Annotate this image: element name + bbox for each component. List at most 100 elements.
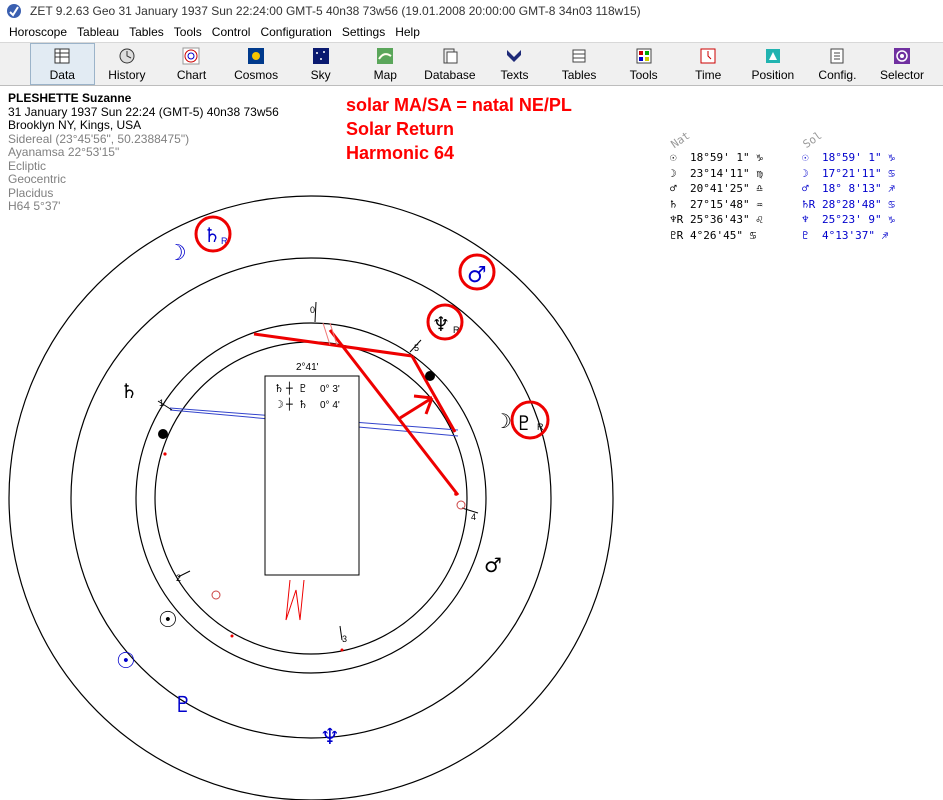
toolbar-sky-button[interactable]: Sky [288,43,353,85]
popup-value: 0° 3' [320,384,340,395]
nat-planet-glyph: ☽ [670,166,677,180]
menu-help[interactable]: Help [390,25,425,39]
menu-tableau[interactable]: Tableau [72,25,124,39]
popup-midpoint-bar: ┼ [285,397,293,411]
nat-position: 23°14'11" ♍ [690,166,763,180]
toolbar-texts-label: Texts [500,67,529,82]
toolbar-chart-label: Chart [176,67,207,82]
annotation-line-2: Solar Return [346,119,455,139]
solar-moon-glyph: ☽ [167,241,187,266]
toolbar-history-button[interactable]: History [95,43,160,85]
positions-table: ☉ 18°59' 1" ♑ ☉ 18°59' 1" ♑ ☽ 23°14'11" … [670,150,895,243]
red-mark-line [322,322,331,346]
sol-position: 17°21'11" ♋ [822,166,895,180]
toolbar-chart-button[interactable]: Chart [159,43,224,85]
solar-mars-glyph: ♂ [467,263,487,288]
toolbar-texts-button[interactable]: Texts [482,43,547,85]
menu-configuration[interactable]: Configuration [255,25,336,39]
house-number: 4 [471,512,476,522]
position-row: ☉ 18°59' 1" ♑ ☉ 18°59' 1" ♑ [670,150,895,166]
toolbar: Data History Chart Cosmos Sky Map Databa… [0,42,943,86]
selector-icon [894,47,911,64]
tables-icon [572,49,586,62]
arc-label: 2°41' [296,362,319,373]
toolbar-cosmos-button[interactable]: Cosmos [224,43,289,85]
planet-dot [230,634,234,638]
toolbar-data-button[interactable]: Data [30,43,95,85]
red-arrow-line [410,355,457,433]
house-number: 5 [414,343,419,353]
nat-position: 27°15'48" ♒ [690,197,763,211]
menu-control[interactable]: Control [207,25,256,39]
planet-dot [456,500,466,510]
annotation-text: solar MA/SA = natal NE/PL Solar Return H… [346,93,572,165]
menu-tools[interactable]: Tools [169,25,207,39]
toolbar-database-label: Database [424,67,476,82]
annotation-line-1: solar MA/SA = natal NE/PL [346,95,572,115]
toolbar-sky-label: Sky [310,67,331,82]
planet-dot [211,590,221,600]
house-number: 3 [342,634,347,644]
toolbar-cosmos-label: Cosmos [234,67,279,82]
texts-icon [507,49,522,62]
toolbar-selector-button[interactable]: Selector [870,43,935,85]
sol-planet-glyph: ♆ [802,213,809,227]
nat-position: 25°36'43" ♌ [690,213,763,227]
chart-info: PLESHETTE Suzanne 31 January 1937 Sun 22… [8,91,279,214]
toolbar-map-button[interactable]: Map [353,43,418,85]
menu-tables[interactable]: Tables [124,25,169,39]
solar-sun-glyph: ☉ [116,649,136,674]
sol-planet-glyph: ☉ [802,151,809,165]
toolbar-tools-button[interactable]: Tools [611,43,676,85]
ayanamsa-info: Ayanamsa 22°53'15" [8,145,120,159]
sidereal-info: Sidereal (23°45'56", 50.2388475") [8,131,190,146]
position-icon [765,48,780,63]
sol-planet-glyph: ♂ [802,182,809,196]
popup-midpoint-bar: ┼ [285,381,293,395]
toolbar-database-button[interactable]: Database [418,43,483,85]
menu-horoscope[interactable]: Horoscope [4,25,72,39]
position-row: ♄ 27°15'48" ♒ ♄R 28°28'48" ♋ [670,197,895,213]
toolbar-time-button[interactable]: Time [676,43,741,85]
time-icon [700,48,716,63]
house-number: 1 [159,398,164,408]
database-icon [443,48,458,63]
house-number: 0 [310,305,315,315]
nat-planet-glyph: ☉ [670,151,677,165]
config-icon [830,48,844,63]
nat-position: 18°59' 1" ♑ [690,151,763,165]
house-cusp [314,301,317,323]
nat-planet-glyph: ♂ [670,182,677,196]
natal-mars-glyph: ♂ [484,553,502,577]
sol-position: 25°23' 9" ♑ [822,213,895,227]
planet-dot [340,648,344,652]
ecliptic-info: Ecliptic [8,158,47,173]
toolbar-tables-label: Tables [561,67,597,82]
toolbar-selector-label: Selector [880,67,925,82]
geocentric-info: Geocentric [8,172,67,186]
natal-sun-glyph: ☉ [158,608,178,633]
chart-icon [182,47,200,64]
toolbar-position-button[interactable]: Position [741,43,806,85]
toolbar-config-button[interactable]: Config. [805,43,870,85]
position-row: ♂ 20°41'25" ♎ ♂ 18° 8'13" ♐ [670,181,895,197]
tools-icon [636,48,652,63]
nat-position: 4°26'45" ♋ [690,228,757,242]
toolbar-config-label: Config. [818,67,857,82]
toolbar-tables-button[interactable]: Tables [547,43,612,85]
sol-position: 18°59' 1" ♑ [822,151,895,165]
planet-dot [425,371,435,381]
toolbar-history-label: History [108,67,146,82]
person-name: PLESHETTE Suzanne [8,91,132,105]
cosmos-icon [248,47,265,64]
natal-neptune-glyph: ♆ [432,312,450,336]
natal-saturn-glyph: ♄ [120,379,138,403]
history-icon [119,48,135,63]
menu-settings[interactable]: Settings [337,25,390,39]
toolbar-map-label: Map [373,67,397,82]
sky-icon [312,47,329,64]
popup-planet-a: ♄ [274,382,284,395]
house-number: 2 [176,573,181,583]
popup-planet-b: ♄ [298,398,308,411]
position-row: ♇R 4°26'45" ♋ ♇ 4°13'37" ♐ [670,228,895,244]
